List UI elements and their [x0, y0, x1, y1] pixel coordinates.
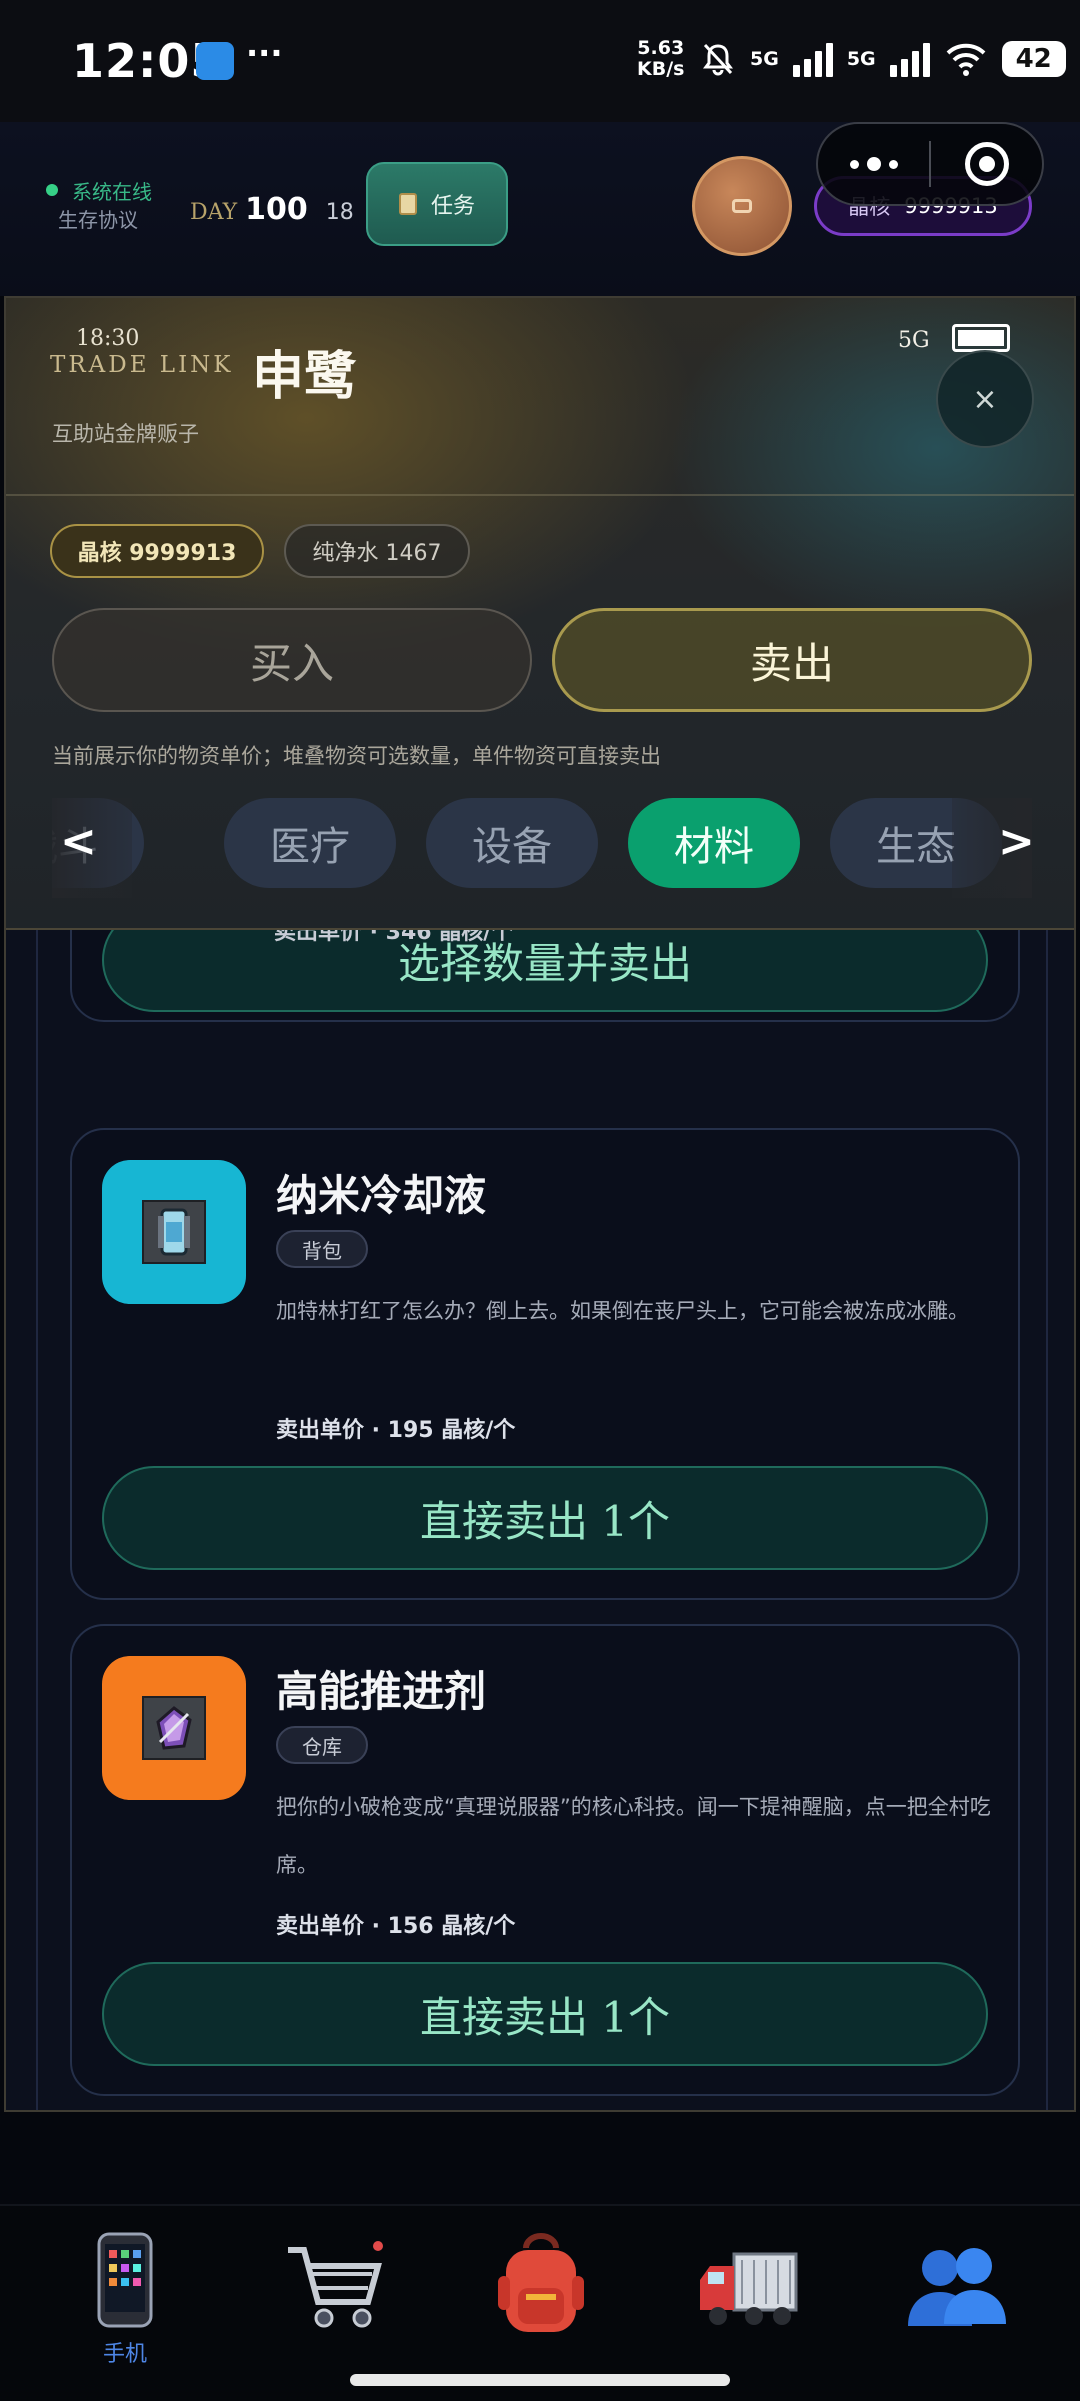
panel-time: 18:30 — [76, 326, 140, 351]
item-price: 卖出单价 · 156 晶核/个 — [276, 1914, 516, 1939]
day-sub-value: 18 — [325, 200, 354, 225]
tab-equipment[interactable]: 设备 — [426, 798, 598, 888]
trade-panel: 18:30 TRADE LINK 申鹭 互助站金牌贩子 5G × 晶核 9999… — [4, 296, 1076, 2112]
mute-bell-icon — [703, 43, 733, 76]
category-tabs: 战斗 医疗 设备 材料 生态 < > — [52, 798, 1032, 898]
close-miniprogram-icon[interactable] — [931, 142, 1042, 186]
scroll-left-arrow-icon[interactable]: < — [60, 816, 97, 867]
nav-social[interactable] — [892, 2230, 1022, 2380]
nav-backpack[interactable] — [476, 2230, 606, 2380]
network-speed: 5.63 KB/s — [637, 38, 684, 80]
brand-label: TRADE LINK — [50, 352, 234, 378]
network-type-2: 5G — [846, 48, 876, 70]
telegram-icon — [196, 42, 234, 80]
nav-label: 手机 — [102, 2342, 147, 2367]
nav-shop[interactable] — [268, 2230, 398, 2380]
item-icon-tile — [102, 1160, 246, 1304]
sell-hint: 当前展示你的物资单价；堆叠物资可选数量，单件物资可直接卖出 — [52, 744, 661, 768]
speed-unit: KB/s — [637, 58, 685, 80]
item-price: 卖出单价 · 346 晶核/个 — [274, 930, 514, 945]
propellant-crystal-icon — [142, 1696, 206, 1760]
speed-value: 5.63 — [637, 37, 685, 59]
cart-icon — [288, 2241, 383, 2328]
day-label: DAY — [190, 200, 238, 225]
nav-logistics[interactable] — [684, 2230, 814, 2380]
coolant-canister-icon — [142, 1200, 206, 1264]
signal-icon — [889, 41, 930, 77]
day-value: 100 — [245, 192, 308, 227]
scroll-right-arrow-icon[interactable]: > — [998, 816, 1032, 867]
tab-medical[interactable]: 医疗 — [224, 798, 396, 888]
sell-one-button[interactable]: 直接卖出 1个 — [102, 1962, 988, 2066]
online-status: 系统在线 — [72, 180, 152, 204]
more-notifications-icon: ··· — [246, 34, 283, 72]
online-status-dot — [46, 184, 58, 196]
home-indicator[interactable] — [350, 2374, 730, 2386]
truck-icon — [700, 2252, 798, 2325]
tab-materials[interactable]: 材料 — [628, 798, 800, 888]
close-button[interactable]: × — [936, 350, 1034, 448]
wifi-icon — [946, 43, 986, 76]
trader-title: 互助站金牌贩子 — [52, 422, 199, 446]
signal-icon — [792, 41, 833, 77]
sell-tab[interactable]: 卖出 — [552, 608, 1032, 712]
item-price: 卖出单价 · 195 晶核/个 — [276, 1418, 516, 1443]
divider — [6, 494, 1074, 496]
item-title: 纳米冷却液 — [276, 1171, 487, 1220]
item-card: 选择数量并卖出 — [70, 930, 1020, 1022]
item-icon-tile — [102, 1656, 246, 1800]
backpack-icon — [498, 2233, 584, 2332]
crystal-chip: 晶核 9999913 — [50, 524, 264, 578]
task-label: 任务 — [430, 194, 475, 219]
people-icon — [908, 2248, 1006, 2326]
clipboard-icon — [398, 193, 417, 215]
item-card: 高能推进剂 仓库 把你的小破枪变成“真理说服器”的核心科技。闻一下提神醒脑，点一… — [70, 1624, 1020, 2096]
panel-signal: 5G — [898, 328, 930, 353]
location-tag: 仓库 — [276, 1726, 368, 1764]
item-title: 高能推进剂 — [276, 1667, 487, 1716]
location-tag: 背包 — [276, 1230, 368, 1268]
item-card: 纳米冷却液 背包 加特林打红了怎么办？倒上去。如果倒在丧尸头上，它可能会被冻成冰… — [70, 1128, 1020, 1600]
assistant-robot-button[interactable] — [692, 156, 792, 256]
sell-one-button[interactable]: 直接卖出 1个 — [102, 1466, 988, 1570]
status-bar: 12:05 ··· 5.63 KB/s 5G 5G 42 — [0, 0, 1080, 122]
panel-battery-icon — [952, 324, 1010, 352]
bottom-navigation: 手机 — [0, 2204, 1080, 2401]
game-hud: 系统在线 生存协议 DAY 100 18 任务 晶核 9999913 — [0, 122, 1080, 296]
trade-header: 18:30 TRADE LINK 申鹭 互助站金牌贩子 5G × 晶核 9999… — [6, 298, 1074, 930]
task-button[interactable]: 任务 — [366, 162, 508, 246]
item-description: 把你的小破枪变成“真理说服器”的核心科技。闻一下提神醒脑，点一把全村吃席。 — [276, 1795, 991, 1877]
network-type-1: 5G — [750, 48, 779, 70]
robot-icon — [732, 199, 752, 213]
trader-name: 申鹭 — [252, 347, 357, 407]
miniprogram-capsule — [816, 122, 1044, 206]
more-options-icon[interactable] — [818, 157, 929, 171]
protocol-label: 生存协议 — [58, 208, 138, 232]
nav-phone[interactable]: 手机 — [60, 2230, 190, 2380]
item-list: 选择数量并卖出 卖出单价 · 346 晶核/个 纳米冷却液 背包 加特林打红了怎… — [36, 930, 1048, 2110]
water-chip: 纯净水 1467 — [284, 524, 470, 578]
battery-icon: 42 — [1001, 41, 1066, 77]
select-quantity-sell-button[interactable]: 选择数量并卖出 — [102, 930, 988, 1012]
day-counter: DAY 100 18 — [190, 192, 354, 227]
phone-icon — [97, 2232, 153, 2328]
item-description: 加特林打红了怎么办？倒上去。如果倒在丧尸头上，它可能会被冻成冰雕。 — [276, 1299, 969, 1323]
buy-tab[interactable]: 买入 — [52, 608, 532, 712]
